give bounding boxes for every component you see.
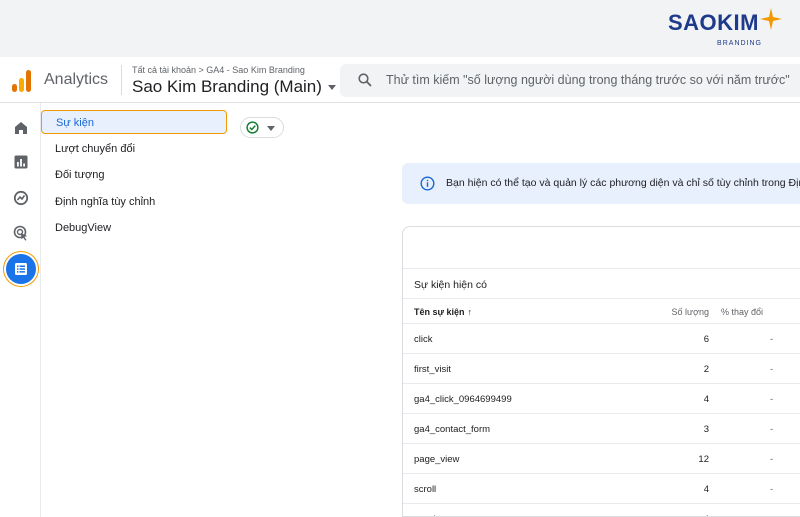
home-icon[interactable]	[8, 115, 34, 141]
event-name[interactable]: scroll	[414, 484, 436, 495]
event-name[interactable]: click	[414, 334, 432, 345]
event-change: -	[770, 484, 774, 495]
arrow-up-icon: ↑	[467, 307, 473, 317]
column-header-count[interactable]: Số lượng	[672, 307, 709, 317]
card-title: Sự kiện hiện có	[414, 279, 487, 291]
advertising-icon[interactable]	[8, 220, 34, 246]
nav-item-custom-definitions[interactable]: Định nghĩa tùy chỉnh	[41, 190, 227, 214]
table-row: ga4_click_0964699499 4 -	[403, 384, 800, 414]
nav-item-debugview[interactable]: DebugView	[41, 216, 227, 240]
star-icon	[760, 8, 782, 30]
event-count: 2	[703, 364, 709, 375]
logo-subtext: BRANDING	[717, 40, 762, 47]
event-count: 4	[703, 484, 709, 495]
property-name: Sao Kim Branding (Main)	[132, 77, 322, 96]
event-change: -	[770, 424, 774, 435]
brand-banner: SAOKIM BRANDING	[0, 0, 800, 57]
property-selector[interactable]: Sao Kim Branding (Main)	[132, 77, 336, 97]
event-name[interactable]: first_visit	[414, 364, 451, 375]
table-row: session_start 4 -	[403, 504, 800, 516]
nav-item-events[interactable]: Sự kiện	[41, 110, 227, 134]
event-count: 6	[703, 334, 709, 345]
logo-text: SAOKIM	[668, 10, 759, 35]
info-text: Bạn hiện có thể tạo và quản lý các phươn…	[446, 177, 800, 189]
column-header-name[interactable]: Tên sự kiện ↑	[414, 307, 472, 317]
table-row: page_view 12 -	[403, 444, 800, 474]
check-circle-icon	[246, 121, 259, 134]
search-input[interactable]: Thử tìm kiếm "số lượng người dùng trong …	[386, 73, 790, 87]
card-toolbar	[403, 227, 800, 269]
event-change: -	[770, 394, 774, 405]
header-divider	[121, 65, 122, 95]
search-bar[interactable]: Thử tìm kiếm "số lượng người dùng trong …	[340, 64, 800, 97]
event-change: -	[770, 454, 774, 465]
column-header-change[interactable]: % thay đổi	[721, 307, 763, 317]
event-change: -	[770, 334, 774, 345]
chevron-down-icon	[327, 85, 336, 91]
table-header: Tên sự kiện ↑ Số lượng % thay đổi	[403, 298, 800, 324]
app-name: Analytics	[44, 71, 109, 88]
app-header: Analytics Tất cả tài khoản > GA4 - Sao K…	[0, 57, 800, 103]
nav-item-conversions[interactable]: Lượt chuyển đổi	[41, 137, 227, 161]
info-icon	[420, 176, 435, 191]
event-count: 3	[703, 424, 709, 435]
search-icon	[358, 73, 372, 87]
explore-icon[interactable]	[8, 185, 34, 211]
nav-item-audiences[interactable]: Đối tượng	[41, 163, 227, 187]
table-row: ga4_contact_form 3 -	[403, 414, 800, 444]
reports-icon[interactable]	[8, 149, 34, 175]
saokim-logo: SAOKIM BRANDING	[668, 8, 788, 50]
analytics-logo-icon[interactable]	[12, 70, 32, 92]
table-row: first_visit 2 -	[403, 354, 800, 384]
existing-events-card: Sự kiện hiện có Tên sự kiện ↑ Số lượng % …	[402, 226, 800, 517]
event-name[interactable]: page_view	[414, 454, 459, 465]
event-count: 4	[703, 394, 709, 405]
event-count: 12	[698, 454, 709, 465]
chevron-down-icon	[267, 126, 275, 131]
event-change: -	[770, 364, 774, 375]
data-quality-status[interactable]	[240, 117, 284, 138]
table-row: scroll 4 -	[403, 474, 800, 504]
event-name[interactable]: ga4_contact_form	[414, 424, 490, 435]
left-icon-rail	[0, 103, 41, 517]
configure-icon[interactable]	[6, 254, 36, 284]
info-banner: Bạn hiện có thể tạo và quản lý các phươn…	[402, 163, 800, 204]
table-row: click 6 -	[403, 324, 800, 354]
breadcrumb[interactable]: Tất cả tài khoản > GA4 - Sao Kim Brandin…	[132, 65, 305, 75]
event-name[interactable]: ga4_click_0964699499	[414, 394, 512, 405]
